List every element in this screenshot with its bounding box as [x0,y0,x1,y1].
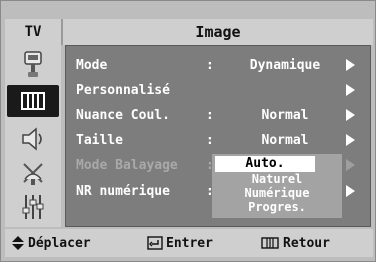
dropdown-option[interactable]: Numérique [212,187,342,200]
arrow-right-icon [346,109,355,121]
arrow-right-icon [346,134,355,146]
help-move: Déplacer [11,235,91,251]
title-bar: TV Image [5,19,373,45]
menu-panel: Mode : Dynamique Personnalisé Nuance Cou… [65,45,371,227]
help-return-label: Retour [283,235,330,251]
sound-icon[interactable] [13,123,53,155]
tv-osd-window: TV Image Mode: Dynamique Personnalisé N… [0,0,376,262]
dropdown-option[interactable]: Progres. [212,201,342,214]
row-value: Dynamique [249,57,321,73]
help-return: Retour [261,235,330,251]
menu-row-nuance-coul[interactable]: Nuance Coul. : Normal [66,104,372,126]
row-label: Taille [76,132,123,148]
dropdown-option-selected[interactable]: Auto. [215,156,315,172]
row-colon: : [206,132,214,148]
source-label: TV [5,19,63,45]
row-label: Mode [76,57,108,73]
row-label: NR numérique [76,183,170,199]
setup-icon[interactable] [13,191,53,223]
help-enter: Entrer [147,235,213,251]
row-colon: : [206,107,214,123]
arrow-right-icon [346,59,355,71]
row-value: Normal [261,107,309,123]
arrow-right-icon [346,159,355,171]
help-enter-label: Entrer [166,235,213,251]
menu-title: Image [195,23,241,41]
enter-icon [147,236,163,250]
row-value: Normal [261,132,309,148]
picture-icon[interactable] [7,85,59,117]
input-icon[interactable] [13,49,53,81]
arrow-right-icon [346,84,355,96]
up-down-arrow-icon [12,236,24,250]
nr-options-dropdown[interactable]: Auto. Naturel Numérique Progres. [212,154,342,218]
arrow-right-icon [346,185,355,197]
menu-icon [261,237,279,249]
menu-row-personnalise[interactable]: Personnalisé [66,79,372,101]
row-colon: : [206,57,214,73]
dropdown-option[interactable]: Naturel [212,173,342,186]
menu-row-taille[interactable]: Taille : Normal [66,129,372,151]
row-label: Personnalisé [76,82,170,98]
menu-row-mode[interactable]: Mode : Dynamique [66,54,372,76]
row-label: Nuance Coul. [76,107,170,123]
channel-icon[interactable] [13,157,53,189]
row-label: Mode Balayage [76,157,178,173]
help-move-label: Déplacer [28,235,91,251]
category-sidebar [5,45,61,227]
help-bar: Déplacer Entrer Retour [5,229,373,257]
